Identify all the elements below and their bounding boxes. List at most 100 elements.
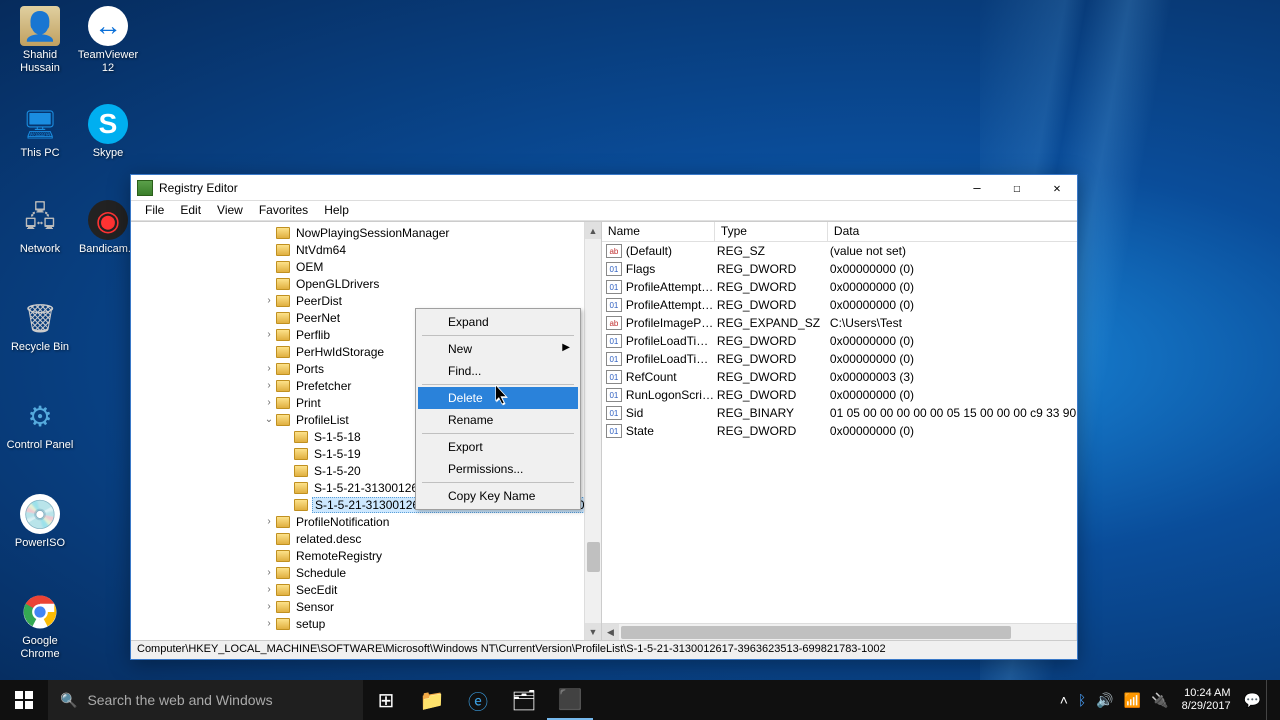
start-button[interactable] bbox=[0, 680, 48, 720]
cell-type: REG_DWORD bbox=[717, 262, 830, 276]
menu-favorites[interactable]: Favorites bbox=[251, 201, 316, 220]
tree-node[interactable]: ›PeerDist bbox=[131, 292, 601, 309]
tree-node[interactable]: ›Sensor bbox=[131, 598, 601, 615]
maximize-button[interactable]: ☐ bbox=[997, 175, 1037, 200]
folder-icon bbox=[276, 516, 290, 528]
list-row[interactable]: ab(Default)REG_SZ(value not set) bbox=[602, 242, 1077, 260]
cell-type: REG_DWORD bbox=[717, 352, 830, 366]
expand-icon[interactable]: ⌄ bbox=[264, 414, 274, 425]
desktop-icon-controlpanel[interactable]: ⚙ Control Panel bbox=[5, 396, 75, 452]
tray-chevron-icon[interactable]: ˄ bbox=[1055, 692, 1073, 708]
list-row[interactable]: 01StateREG_DWORD0x00000000 (0) bbox=[602, 422, 1077, 440]
tree-label: Ports bbox=[294, 362, 326, 376]
scroll-up-icon[interactable]: ▲ bbox=[585, 222, 601, 239]
list-row[interactable]: 01ProfileAttempte...REG_DWORD0x00000000 … bbox=[602, 296, 1077, 314]
list-row[interactable]: 01FlagsREG_DWORD0x00000000 (0) bbox=[602, 260, 1077, 278]
menu-edit[interactable]: Edit bbox=[172, 201, 209, 220]
taskbar-regedit[interactable]: ⬛ bbox=[547, 680, 593, 720]
submenu-arrow-icon: ▶ bbox=[562, 342, 570, 353]
tray-battery-icon[interactable]: 🔌 bbox=[1146, 692, 1173, 709]
expand-icon[interactable]: › bbox=[264, 295, 274, 306]
desktop-icon-network[interactable]: 🖧 Network bbox=[5, 200, 75, 256]
taskbar-folder[interactable]: 🗂 bbox=[501, 680, 547, 720]
expand-icon[interactable]: › bbox=[264, 516, 274, 527]
ctx-item-expand[interactable]: Expand bbox=[418, 311, 578, 333]
expand-icon[interactable]: › bbox=[264, 380, 274, 391]
list-row[interactable]: 01RefCountREG_DWORD0x00000003 (3) bbox=[602, 368, 1077, 386]
tree-node[interactable]: ›SecEdit bbox=[131, 581, 601, 598]
cell-name: State bbox=[626, 424, 717, 438]
col-data[interactable]: Data bbox=[828, 222, 1077, 241]
ctx-item-copykeyname[interactable]: Copy Key Name bbox=[418, 485, 578, 507]
list-row[interactable]: 01ProfileLoadTime...REG_DWORD0x00000000 … bbox=[602, 350, 1077, 368]
list-row[interactable]: 01RunLogonScript...REG_DWORD0x00000000 (… bbox=[602, 386, 1077, 404]
tray-volume-icon[interactable]: 🔊 bbox=[1091, 692, 1118, 709]
ctx-item-rename[interactable]: Rename bbox=[418, 409, 578, 431]
tray-bluetooth-icon[interactable]: ᛒ bbox=[1073, 692, 1091, 708]
close-button[interactable]: ✕ bbox=[1037, 175, 1077, 200]
desktop-icon-teamviewer[interactable]: ↔ TeamViewer 12 bbox=[73, 6, 143, 75]
desktop-icon-skype[interactable]: S Skype bbox=[73, 104, 143, 160]
taskview-button[interactable]: ⊞ bbox=[363, 680, 409, 720]
tree-label: OEM bbox=[294, 260, 325, 274]
desktop-icon-thispc[interactable]: 🖥 This PC bbox=[5, 104, 75, 160]
list-hscrollbar[interactable]: ◀ ▶ bbox=[602, 623, 1077, 640]
taskbar-clock[interactable]: 10:24 AM 8/29/2017 bbox=[1174, 687, 1239, 713]
tree-node[interactable]: ›ProfileNotification bbox=[131, 513, 601, 530]
menu-help[interactable]: Help bbox=[316, 201, 357, 220]
list-row[interactable]: 01ProfileLoadTime...REG_DWORD0x00000000 … bbox=[602, 332, 1077, 350]
tray-wifi-icon[interactable]: 📶 bbox=[1119, 692, 1146, 709]
tree-node[interactable]: OpenGLDrivers bbox=[131, 275, 601, 292]
ctx-item-find[interactable]: Find... bbox=[418, 360, 578, 382]
desktop-icon-chrome[interactable]: Google Chrome bbox=[5, 592, 75, 661]
expand-icon[interactable]: › bbox=[264, 584, 274, 595]
ctx-item-permissions[interactable]: Permissions... bbox=[418, 458, 578, 480]
ctx-item-delete[interactable]: Delete bbox=[418, 387, 578, 409]
hscroll-right-icon[interactable]: ▶ bbox=[1076, 624, 1077, 640]
desktop-icon-poweriso[interactable]: 💿 PowerISO bbox=[5, 494, 75, 550]
desktop-icon-recyclebin[interactable]: 🗑 Recycle Bin bbox=[5, 298, 75, 354]
expand-icon[interactable]: › bbox=[264, 618, 274, 629]
cell-type: REG_DWORD bbox=[717, 424, 830, 438]
expand-icon[interactable]: › bbox=[264, 397, 274, 408]
tree-node[interactable]: RemoteRegistry bbox=[131, 547, 601, 564]
menu-separator bbox=[422, 335, 574, 336]
tree-node[interactable]: ›Schedule bbox=[131, 564, 601, 581]
folder-icon bbox=[276, 329, 290, 341]
desktop-icon-user[interactable]: 👤 Shahid Hussain bbox=[5, 6, 75, 75]
tree-node[interactable]: ›setup bbox=[131, 615, 601, 632]
folder-icon bbox=[276, 567, 290, 579]
list-row[interactable]: 01ProfileAttempte...REG_DWORD0x00000000 … bbox=[602, 278, 1077, 296]
titlebar[interactable]: Registry Editor — ☐ ✕ bbox=[131, 175, 1077, 201]
ctx-item-new[interactable]: New▶ bbox=[418, 338, 578, 360]
col-type[interactable]: Type bbox=[715, 222, 828, 241]
list-row[interactable]: 01SidREG_BINARY01 05 00 00 00 00 00 05 1… bbox=[602, 404, 1077, 422]
tree-scrollbar[interactable]: ▲ ▼ bbox=[584, 222, 601, 640]
hscroll-thumb[interactable] bbox=[621, 626, 1011, 639]
cell-type: REG_BINARY bbox=[717, 406, 830, 420]
cell-name: Flags bbox=[626, 262, 717, 276]
taskbar-ie[interactable]: ⓔ bbox=[455, 680, 501, 720]
taskbar-explorer[interactable]: 📁 bbox=[409, 680, 455, 720]
scroll-down-icon[interactable]: ▼ bbox=[585, 623, 601, 640]
expand-icon[interactable]: › bbox=[264, 601, 274, 612]
menu-view[interactable]: View bbox=[209, 201, 251, 220]
search-box[interactable]: 🔍 Search the web and Windows bbox=[48, 680, 363, 720]
tree-node[interactable]: NtVdm64 bbox=[131, 241, 601, 258]
tree-node[interactable]: related.desc bbox=[131, 530, 601, 547]
expand-icon[interactable]: › bbox=[264, 567, 274, 578]
controlpanel-icon: ⚙ bbox=[20, 396, 60, 436]
expand-icon[interactable]: › bbox=[264, 363, 274, 374]
hscroll-left-icon[interactable]: ◀ bbox=[602, 624, 619, 640]
tray-notifications-icon[interactable]: 💬 bbox=[1239, 692, 1266, 709]
minimize-button[interactable]: — bbox=[957, 175, 997, 200]
expand-icon[interactable]: › bbox=[264, 329, 274, 340]
scroll-thumb[interactable] bbox=[587, 542, 600, 572]
col-name[interactable]: Name bbox=[602, 222, 715, 241]
tree-node[interactable]: OEM bbox=[131, 258, 601, 275]
list-row[interactable]: abProfileImagePathREG_EXPAND_SZC:\Users\… bbox=[602, 314, 1077, 332]
tree-node[interactable]: NowPlayingSessionManager bbox=[131, 224, 601, 241]
ctx-item-export[interactable]: Export bbox=[418, 436, 578, 458]
menu-file[interactable]: File bbox=[137, 201, 172, 220]
show-desktop-button[interactable] bbox=[1266, 680, 1272, 720]
